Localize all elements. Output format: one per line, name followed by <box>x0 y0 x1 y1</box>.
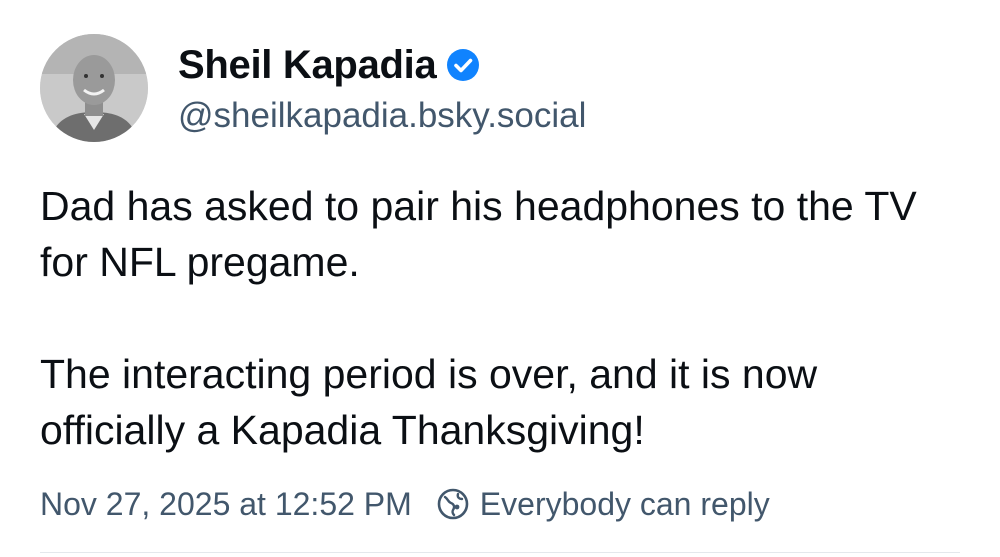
author-handle[interactable]: @sheilkapadia.bsky.social <box>178 96 586 136</box>
verified-check-icon[interactable] <box>446 48 480 82</box>
post-paragraph: The interacting period is over, and it i… <box>40 351 818 453</box>
author-display-name[interactable]: Sheil Kapadia <box>178 43 437 88</box>
author-name-row: Sheil Kapadia <box>178 40 480 90</box>
post-body: Dad has asked to pair his headphones to … <box>40 178 970 458</box>
avatar-photo <box>40 34 148 142</box>
avatar[interactable] <box>40 34 148 142</box>
post-meta: Nov 27, 2025 at 12:52 PM Everybody can r… <box>40 480 770 528</box>
divider <box>40 552 960 553</box>
post-timestamp[interactable]: Nov 27, 2025 at 12:52 PM <box>40 486 412 523</box>
post-paragraph: Dad has asked to pair his headphones to … <box>40 183 917 285</box>
reply-setting-label: Everybody can reply <box>479 485 770 522</box>
globe-icon <box>436 487 470 521</box>
post-card: Sheil Kapadia @sheilkapadia.bsky.social … <box>0 0 1000 557</box>
